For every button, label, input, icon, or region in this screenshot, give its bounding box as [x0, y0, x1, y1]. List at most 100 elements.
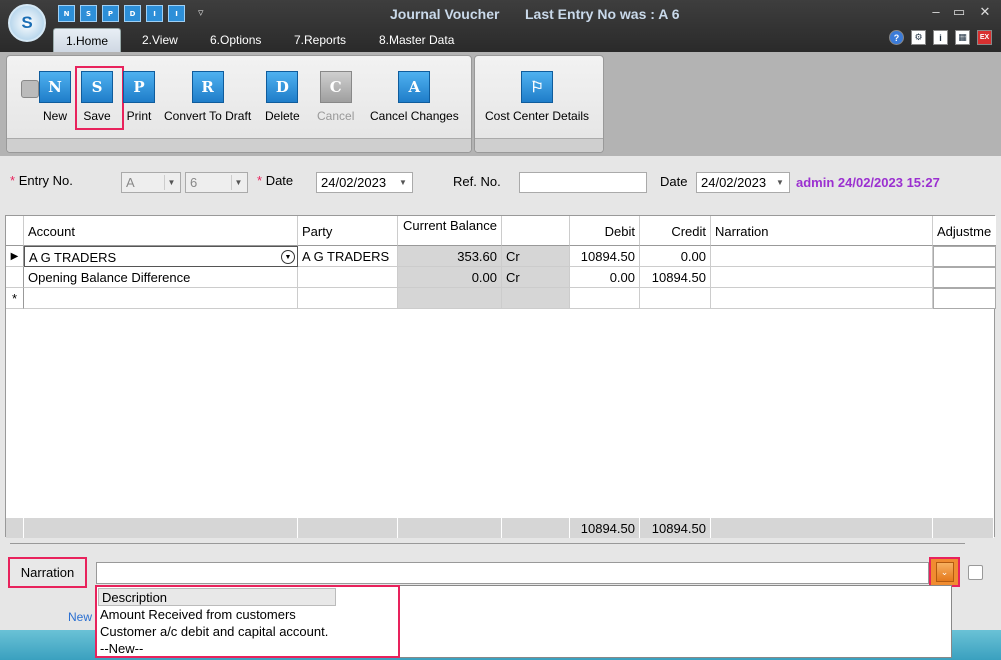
cell-party[interactable]: A G TRADERS [298, 246, 398, 267]
date-label: * Date [257, 173, 294, 188]
narration-checkbox[interactable] [968, 565, 983, 580]
cell-narration[interactable] [711, 267, 933, 288]
help-icon[interactable]: ? [889, 30, 904, 45]
cancel-button: C Cancel [317, 71, 354, 123]
save-button[interactable]: S Save [81, 71, 113, 123]
tab-reports[interactable]: 7.Reports [282, 28, 358, 52]
col-credit[interactable]: Credit [640, 216, 711, 246]
cell-balance: 0.00 [398, 267, 502, 288]
col-drcr [502, 216, 570, 246]
ribbon: N New S Save P Print R Convert To Draft … [0, 52, 1001, 156]
new-button[interactable]: N New [39, 71, 71, 123]
minimize-icon[interactable]: – [926, 4, 946, 19]
cell-narration-new[interactable] [711, 288, 933, 309]
col-party[interactable]: Party [298, 216, 398, 246]
delete-icon: D [266, 71, 299, 103]
settings-icon[interactable]: ⚙ [911, 30, 926, 45]
cancel-changes-button[interactable]: A Cancel Changes [370, 71, 459, 123]
cell-adjustment-new[interactable] [933, 288, 996, 309]
totals-adjustment [933, 518, 994, 538]
cell-account[interactable]: Opening Balance Difference [24, 267, 298, 288]
date2-picker[interactable]: 24/02/2023 ▼ [696, 172, 790, 193]
total-credit: 10894.50 [640, 518, 711, 538]
cell-party[interactable] [298, 267, 398, 288]
print-button[interactable]: P Print [123, 71, 155, 123]
user-info: admin 24/02/2023 15:27 [796, 175, 940, 190]
cell-balance: 353.60 [398, 246, 502, 267]
delete-button[interactable]: D Delete [265, 71, 300, 123]
convert-to-draft-button[interactable]: R Convert To Draft [164, 71, 251, 123]
tab-options[interactable]: 6.Options [198, 28, 273, 52]
exit-icon[interactable]: EX [977, 30, 992, 45]
cost-center-label: Cost Center Details [485, 109, 590, 123]
cell-credit[interactable]: 0.00 [640, 246, 711, 267]
save-icon: S [81, 71, 113, 103]
cell-account-new[interactable] [24, 288, 298, 309]
col-debit[interactable]: Debit [570, 216, 640, 246]
qat-customize-icon[interactable]: ▿ [198, 6, 204, 19]
col-narration[interactable]: Narration [711, 216, 933, 246]
col-adjustment[interactable]: Adjustme [933, 216, 996, 246]
ribbon-group-main: N New S Save P Print R Convert To Draft … [6, 55, 472, 153]
totals-party [298, 518, 398, 538]
print-icon: P [123, 71, 155, 103]
divider [10, 543, 965, 544]
info-icon[interactable]: i [933, 30, 948, 45]
qat-save-icon[interactable]: S [80, 5, 97, 22]
grid-corner [6, 216, 24, 246]
ref-no-input[interactable] [519, 172, 647, 193]
date-picker[interactable]: 24/02/2023 ▼ [316, 172, 413, 193]
chevron-down-icon: ⌄ [935, 562, 954, 582]
entry-no-label: * Entry No. [10, 173, 73, 188]
cell-credit-new[interactable] [640, 288, 711, 309]
cell-adjustment[interactable] [933, 246, 996, 267]
maximize-icon[interactable]: ▭ [949, 4, 969, 20]
calculator-icon[interactable]: ▦ [955, 30, 970, 45]
row-selector[interactable] [6, 267, 24, 288]
lock-icon[interactable] [21, 80, 39, 98]
narration-label: Narration [8, 557, 87, 588]
row-pointer-icon[interactable]: ▶ [6, 246, 24, 267]
qat-new-icon[interactable]: N [58, 5, 75, 22]
total-debit: 10894.50 [570, 518, 640, 538]
cell-credit[interactable]: 10894.50 [640, 267, 711, 288]
journal-grid: Account Party Current Balance Debit Cred… [5, 215, 996, 538]
qat-print-icon[interactable]: P [102, 5, 119, 22]
cell-debit[interactable]: 0.00 [570, 267, 640, 288]
qat-info2-icon[interactable]: I [168, 5, 185, 22]
totals-account [24, 518, 298, 538]
tab-home[interactable]: 1.Home [53, 28, 122, 52]
close-icon[interactable]: ✕ [975, 4, 995, 20]
entry-number-select[interactable]: 6 ▼ [185, 172, 248, 193]
col-current-balance[interactable]: Current Balance [398, 216, 502, 246]
account-dropdown-icon[interactable]: ▼ [281, 250, 295, 264]
convert-label: Convert To Draft [164, 109, 252, 123]
convert-icon: R [191, 71, 224, 103]
cell-account[interactable]: A G TRADERS ▼ [24, 246, 298, 267]
qat-info-icon[interactable]: I [146, 5, 163, 22]
cell-adjustment[interactable] [933, 267, 996, 288]
cell-debit[interactable]: 10894.50 [570, 246, 640, 267]
totals-corner [6, 518, 24, 538]
cost-center-details-button[interactable]: ⚐ Cost Center Details [485, 71, 589, 123]
status-new-link[interactable]: New [68, 610, 92, 624]
new-label: New [42, 109, 67, 123]
entry-series-select[interactable]: A ▼ [121, 172, 181, 193]
app-logo[interactable]: S [8, 4, 46, 42]
narration-dropdown-button[interactable]: ⌄ [929, 557, 960, 587]
tab-master-data[interactable]: 8.Master Data [367, 28, 466, 52]
cell-balance-new [398, 288, 502, 309]
col-account[interactable]: Account [24, 216, 298, 246]
cancel-icon: C [319, 71, 352, 103]
qat-delete-icon[interactable]: D [124, 5, 141, 22]
cell-debit-new[interactable] [570, 288, 640, 309]
narration-input[interactable] [96, 562, 929, 584]
cell-party-new[interactable] [298, 288, 398, 309]
new-row-icon[interactable]: * [6, 288, 24, 309]
cell-drcr: Cr [502, 267, 570, 288]
last-entry-text: Last Entry No was : A 6 [525, 6, 680, 22]
ref-no-label: Ref. No. [453, 174, 501, 189]
print-label: Print [126, 109, 152, 123]
tab-view[interactable]: 2.View [130, 28, 190, 52]
cell-narration[interactable] [711, 246, 933, 267]
